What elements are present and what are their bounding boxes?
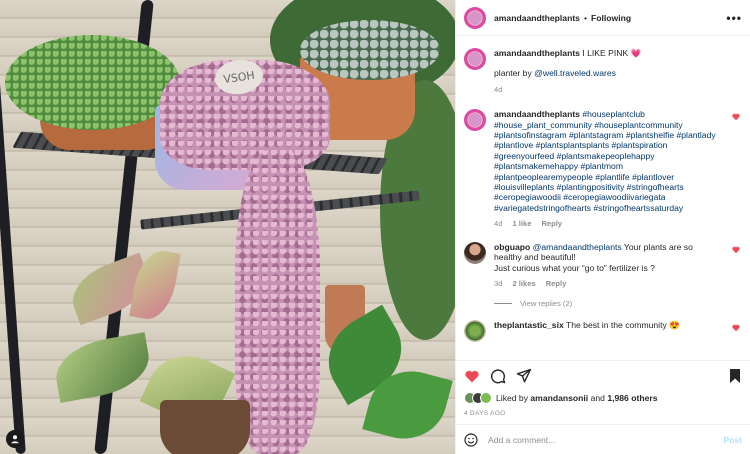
comment-obguapo: obguapo @amandaandtheplants Your plants … <box>464 241 742 290</box>
liker-username[interactable]: amandansonii <box>530 393 588 403</box>
comment-hashtags: amandaandtheplants #houseplantclub #hous… <box>464 109 742 229</box>
obguapo-likes-count[interactable]: 2 likes <box>512 279 535 288</box>
likes-middle: and <box>588 393 608 403</box>
liked-heart-icon[interactable] <box>732 324 740 332</box>
comment-hashtags-text[interactable]: #houseplantclub #house_plant_community #… <box>494 109 716 213</box>
comment-reply-button[interactable]: Reply <box>541 219 562 228</box>
liked-heart-icon[interactable] <box>732 113 740 121</box>
caption-line2-prefix: planter by <box>494 68 535 79</box>
emoji-icon[interactable] <box>464 432 478 447</box>
silver-plant <box>300 20 440 80</box>
plantastic-avatar[interactable] <box>464 320 486 343</box>
tagged-users-icon[interactable] <box>6 430 24 448</box>
share-icon[interactable] <box>516 368 532 384</box>
likes-prefix: Liked by <box>496 393 531 403</box>
obguapo-reply-button[interactable]: Reply <box>546 279 567 288</box>
post-header: amandaandtheplants • Following ••• <box>456 0 750 36</box>
comment-plantastic: theplantastic_six The best in the commun… <box>464 320 742 343</box>
likes-summary[interactable]: Liked by amandansonii and 1,986 others <box>456 390 750 406</box>
caption-username[interactable]: amandaandtheplants <box>494 48 580 58</box>
caption-mention[interactable]: @well.traveled.wares <box>534 68 616 78</box>
more-options-icon[interactable]: ••• <box>726 11 742 25</box>
like-heart-icon[interactable] <box>464 368 480 384</box>
obguapo-mention[interactable]: @amandaandtheplants <box>533 242 622 252</box>
plantastic-text: The best in the community 😍 <box>565 320 680 331</box>
liker-avatar-3 <box>480 392 492 404</box>
comment-likes-count[interactable]: 1 like <box>512 219 531 228</box>
comments-list[interactable]: amandaandtheplants I LIKE PINK 💗 planter… <box>456 36 750 360</box>
plantastic-username[interactable]: theplantastic_six <box>494 320 564 330</box>
add-comment-bar: Add a comment... Post <box>456 424 750 454</box>
liked-heart-icon[interactable] <box>732 246 740 254</box>
pot-rubber-plant <box>160 400 250 454</box>
string-of-pearls <box>5 35 180 130</box>
author-avatar[interactable] <box>464 6 486 29</box>
save-bookmark-icon[interactable] <box>728 368 742 384</box>
view-replies-label[interactable]: View replies (2) <box>520 299 572 308</box>
comment-avatar[interactable] <box>464 109 486 132</box>
caption-avatar[interactable] <box>464 48 486 70</box>
post-comment-button[interactable]: Post <box>723 435 742 445</box>
comment-icon[interactable] <box>490 368 506 384</box>
caption-text: I LIKE PINK 💗 <box>582 48 642 58</box>
add-comment-input[interactable]: Add a comment... <box>488 435 723 445</box>
view-replies-button[interactable]: View replies (2) <box>494 299 742 308</box>
post-actions <box>456 360 750 390</box>
obguapo-username[interactable]: obguapo <box>494 242 530 252</box>
obguapo-avatar[interactable] <box>464 241 486 264</box>
following-button[interactable]: Following <box>591 13 631 23</box>
likes-text: Liked by amandansonii and 1,986 others <box>496 393 657 403</box>
post-time-ago[interactable]: 4 DAYS AGO <box>456 406 750 424</box>
post-side-panel: amandaandtheplants • Following ••• amand… <box>455 0 750 454</box>
author-username[interactable]: amandaandtheplants <box>494 13 580 23</box>
likes-others[interactable]: 1,986 others <box>607 393 657 403</box>
obguapo-text-line2: Just curious what your “go to” fertilize… <box>494 262 655 273</box>
comment-time[interactable]: 4d <box>494 219 502 228</box>
post-photo[interactable]: VSOH <box>0 0 455 454</box>
caption: amandaandtheplants I LIKE PINK 💗 planter… <box>464 48 742 95</box>
header-separator: • <box>583 12 587 23</box>
caption-time[interactable]: 4d <box>494 85 502 94</box>
obguapo-time[interactable]: 3d <box>494 279 502 288</box>
comment-username[interactable]: amandaandtheplants <box>494 109 580 119</box>
